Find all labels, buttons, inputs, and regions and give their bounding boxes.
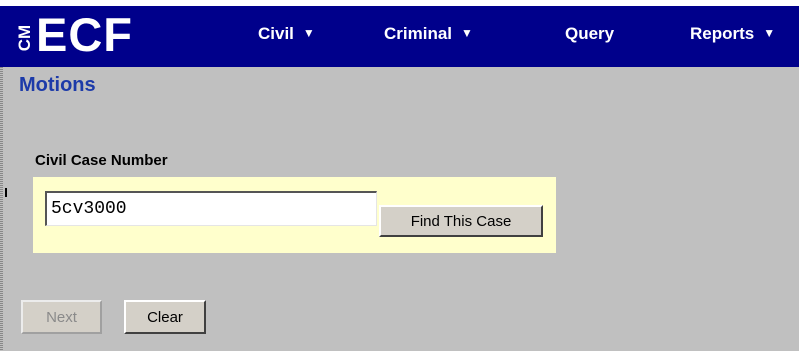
navigation-bar: CM ECF Civil ▼ Criminal ▼ Query Reports ▼ <box>0 6 799 67</box>
chevron-down-icon: ▼ <box>302 26 315 40</box>
clear-button[interactable]: Clear <box>124 300 206 334</box>
left-frame-border <box>0 67 3 351</box>
menu-criminal-label: Criminal <box>384 24 453 43</box>
menu-civil[interactable]: Civil ▼ <box>258 24 315 44</box>
menu-query[interactable]: Query <box>565 24 614 44</box>
menu-reports[interactable]: Reports ▼ <box>690 24 775 44</box>
chevron-down-icon: ▼ <box>763 26 776 40</box>
chevron-down-icon: ▼ <box>461 26 473 40</box>
page-title: Motions <box>19 74 96 96</box>
menu-criminal[interactable]: Criminal ▼ <box>384 24 473 44</box>
frame-marker <box>5 188 7 197</box>
ecf-logo: ECF <box>36 8 133 61</box>
menu-civil-label: Civil <box>258 24 294 43</box>
find-case-button[interactable]: Find This Case <box>379 205 543 237</box>
next-button[interactable]: Next <box>21 300 102 334</box>
case-number-label: Civil Case Number <box>35 152 168 169</box>
logo-prefix: CM <box>15 24 35 52</box>
case-number-input[interactable] <box>45 191 377 226</box>
menu-query-label: Query <box>565 24 615 43</box>
menu-reports-label: Reports <box>690 24 755 43</box>
